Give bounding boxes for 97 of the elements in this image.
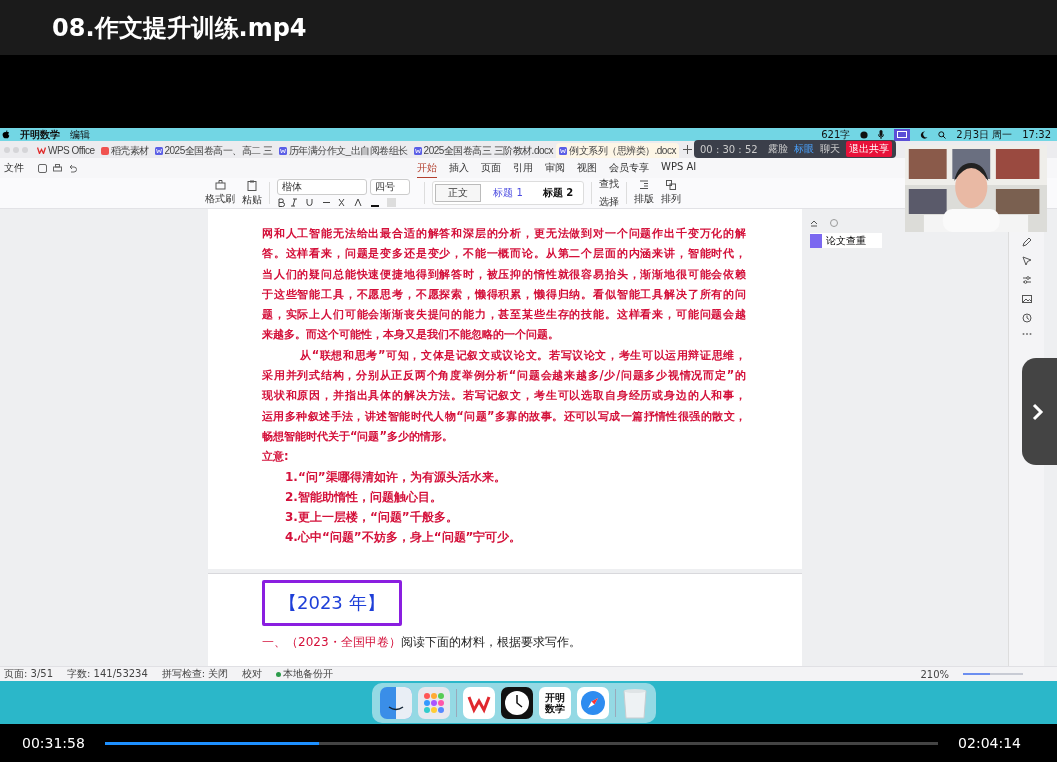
apple-icon[interactable] <box>2 130 10 139</box>
app-icon[interactable]: 开明 数学 <box>538 687 571 719</box>
brush-icon <box>214 180 226 190</box>
style-option[interactable]: 标题 2 <box>535 184 581 202</box>
year-banner: 【2023 年】 <box>262 580 402 626</box>
status-item[interactable]: 校对 <box>242 667 263 681</box>
font-size-dropdown[interactable]: 四号 <box>370 179 410 195</box>
menu-item[interactable]: 编辑 <box>70 127 90 142</box>
document-icon <box>154 146 163 155</box>
paragraph-line: 畅想智能时代关于“问题”多少的情形。 <box>262 427 454 445</box>
ribbon-tab[interactable]: 视图 <box>577 158 597 178</box>
document-icon <box>559 146 568 155</box>
paragraph-line: 从“联想和思考”可知，文体是记叙文或议论文。若写议论文，考生可以运用辩证思维， <box>299 346 746 364</box>
ribbon-tab[interactable]: 审阅 <box>545 158 565 178</box>
microphone-icon[interactable] <box>878 130 885 139</box>
paragraph-line: 来越多。而这个可能性，本身又是我们不能忽略的一个问题。 <box>262 326 560 344</box>
launchpad-icon[interactable] <box>417 687 450 719</box>
document-icon <box>413 146 422 155</box>
share-timer: 00 : 30 : 52 <box>700 143 758 155</box>
clock-icon[interactable] <box>500 687 533 719</box>
style-option[interactable]: 标题 1 <box>485 184 531 202</box>
wps-icon[interactable] <box>462 687 495 719</box>
list-item: 2.智能助惰性，问题触心目。 <box>284 488 443 506</box>
paragraph-line: 于这些智能工具，不愿思考，不愿探索，懒得积累，懒得归纳。看似智能工具解决了所有的问 <box>262 285 746 303</box>
list-item: 3.更上一层楼，“问题”千般多。 <box>284 509 459 527</box>
history-icon[interactable] <box>1021 313 1032 323</box>
arrange-button[interactable]: 排列 <box>661 180 681 206</box>
select-button[interactable]: 选择 <box>599 195 619 209</box>
next-button[interactable] <box>1022 358 1057 465</box>
finder-icon[interactable] <box>379 687 412 719</box>
moon-icon[interactable] <box>920 130 929 139</box>
progress-track[interactable] <box>104 741 939 745</box>
status-item[interactable]: 拼写检查: 关闭 <box>161 667 229 681</box>
style-option[interactable]: 正文 <box>435 184 481 202</box>
pen-icon[interactable] <box>1021 237 1032 247</box>
paste-button[interactable]: 粘贴 <box>242 179 262 207</box>
overlap-squares-icon <box>666 180 676 190</box>
paragraph-line: 采用并列式结构，分别从正反两个角度举例分析“问题会越来越多/少/问题多少视情况而定”的 <box>262 367 746 385</box>
share-toolbar-item[interactable]: 露脸 <box>767 142 788 156</box>
save-icon[interactable] <box>38 163 47 173</box>
ribbon-tab[interactable]: 开始 <box>417 158 437 178</box>
ribbon-tab[interactable]: WPS AI <box>661 158 697 178</box>
new-tab-icon[interactable] <box>682 145 692 154</box>
cursor-icon[interactable] <box>1021 256 1032 266</box>
paragraph-line: 现状和原因，并指出具体的解决方法。若写记叙文，考生可以选取自身经历或身边的人和事， <box>262 387 746 405</box>
elapsed-time: 00:31:58 <box>22 735 85 751</box>
ribbon-tab[interactable]: 引用 <box>513 158 533 178</box>
menu-clock: 17:32 <box>1022 129 1051 140</box>
chevron-right-icon <box>1032 402 1044 421</box>
status-item[interactable]: 页面: 3/51 <box>4 667 53 681</box>
undo-icon[interactable] <box>68 163 77 173</box>
document-tab[interactable]: 稻壳素材 <box>97 143 152 158</box>
image-icon[interactable] <box>1021 294 1032 304</box>
ribbon-tab[interactable]: 会员专享 <box>609 158 649 178</box>
format-painter-button[interactable]: 格式刷 <box>205 180 235 206</box>
collapse-icon[interactable] <box>810 219 818 227</box>
plagiarism-check-button[interactable]: 论文查重 <box>810 233 882 248</box>
exit-share-button[interactable]: 退出共享 <box>845 141 892 157</box>
status-item[interactable]: 字数: 141/53234 <box>67 667 148 681</box>
file-menu[interactable]: 文件 <box>4 161 24 175</box>
paragraph-line: 答。这样看来，问题是变多还是变少，不能一概而论。从第二个层面的内涵来讲，智能时代， <box>262 245 746 263</box>
more-icon[interactable] <box>1021 332 1032 336</box>
menu-date: 2月3日 周一 <box>956 127 1013 142</box>
store-icon <box>100 146 109 155</box>
zoom-level[interactable]: 210% <box>920 668 949 680</box>
share-toolbar-item[interactable]: 聊天 <box>819 142 840 156</box>
total-time: 02:04:14 <box>958 735 1021 751</box>
paragraph-line: 运用多种叙述手法，讲述智能时代人物“问题”多寡的故事。还可以写成一篇抒情性很强的散文， <box>262 407 746 425</box>
document-tab[interactable]: WPS Office <box>34 143 98 158</box>
word-count: 621字 <box>821 127 851 142</box>
lines-icon <box>639 180 649 190</box>
layout-button[interactable]: 排版 <box>634 180 654 206</box>
paragraph-line: 题，实际上人们可能会渐渐丧失提问的能力，甚至某些生存的技能。这样看来，可能问题会越 <box>262 306 746 324</box>
status-item[interactable]: 本地备份开 <box>276 667 334 681</box>
list-item: 1.“问”渠哪得清如许，为有源头活水来。 <box>284 468 507 486</box>
ribbon-tab[interactable]: 插入 <box>449 158 469 178</box>
paragraph-line: 当人们的疑问总能快速便捷地得到解答时，被压抑的惰性就很容易抬头，渐渐地很可能会依赖 <box>262 265 746 283</box>
find-button[interactable]: 查找 <box>599 177 619 191</box>
clipboard-icon <box>247 179 257 191</box>
list-item: 4.心中“问题”不妨多，身上“问题”宁可少。 <box>284 529 523 547</box>
sliders-icon[interactable] <box>1021 275 1032 285</box>
ribbon-tab[interactable]: 页面 <box>481 158 501 178</box>
app-menu[interactable]: 开明数学 <box>20 127 60 142</box>
share-toolbar-item[interactable]: 标眼 <box>793 142 814 156</box>
paragraph-line: 网和人工智能无法给出最合适的解答和深层的分析，更无法做到对一个问题作出千变万化的解 <box>262 225 746 242</box>
document-icon <box>278 146 287 155</box>
screen-share-icon[interactable] <box>894 128 911 141</box>
search-icon[interactable] <box>938 130 947 139</box>
video-title: 08.作文提升训练.mp4 <box>52 12 307 44</box>
font-dropdown[interactable]: 楷体 <box>277 179 367 195</box>
question-text: 一、（2023・全国甲卷）阅读下面的材料，根据要求写作。 <box>262 634 582 651</box>
print-icon[interactable] <box>53 163 62 173</box>
tab-label: 稻壳素材 <box>110 143 149 158</box>
section-heading: 立意: <box>262 448 290 466</box>
compass-icon[interactable] <box>576 687 609 719</box>
tab-label: WPS Office <box>48 145 95 156</box>
wps-logo-icon <box>37 147 46 154</box>
